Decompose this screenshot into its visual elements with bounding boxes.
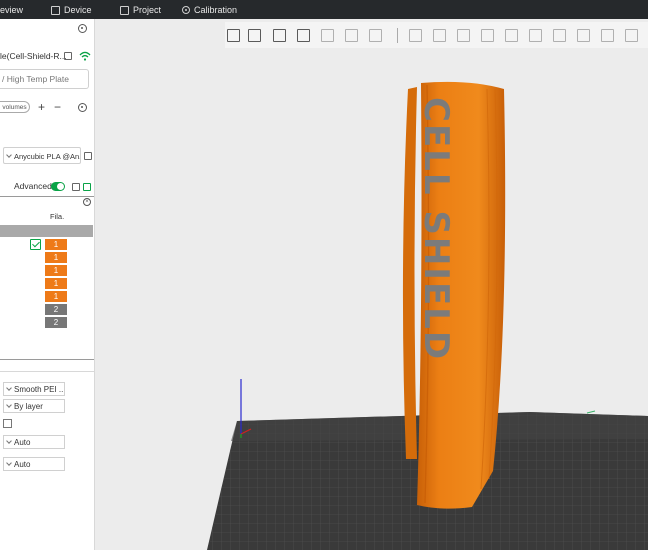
chevron-down-icon [6,402,12,408]
chevron-down-icon [6,385,12,391]
compare-icon[interactable] [72,183,80,191]
plate-surface-select[interactable]: Smooth PEI ... [3,382,65,396]
add-filament-button[interactable]: + [38,100,45,114]
tab-device[interactable]: Device [51,4,92,16]
filament-badge[interactable]: 1 [45,278,67,289]
seam-select[interactable]: Auto [3,457,65,471]
calibration-icon [182,6,190,14]
chevron-down-icon [6,152,12,158]
selected-object-row[interactable] [0,225,93,237]
settings-search-icon[interactable] [83,183,91,191]
filament-preset-select[interactable]: Anycubic PLA @An... [3,147,81,164]
filament-badge[interactable]: 2 [45,304,67,315]
filament-column-header: Fila. [50,212,65,221]
divider [0,371,94,372]
option-checkbox[interactable] [3,419,12,428]
filament-badge[interactable]: 1 [45,252,67,263]
edit-filament-icon[interactable] [84,152,92,160]
chevron-down-icon [6,460,12,466]
printer-settings-gear-icon[interactable] [78,24,87,33]
3d-viewport[interactable]: CELL SHIELD [95,19,648,550]
scene-canvas: CELL SHIELD [207,81,648,550]
filament-badge[interactable]: 1 [45,265,67,276]
remove-filament-button[interactable]: − [54,100,61,114]
device-icon [51,5,60,15]
left-sidebar: le(Cell-Shield-R... / High Temp Plate vo… [0,19,95,550]
filament-badge[interactable]: 2 [45,317,67,328]
filament-badge[interactable]: 1 [45,239,67,250]
object-visible-checkbox[interactable] [30,239,41,250]
tab-preview[interactable]: eview [0,4,23,16]
volumes-button[interactable]: volumes [0,101,30,113]
advanced-label: Advanced [14,181,52,191]
filament-settings-gear-icon[interactable] [78,103,87,112]
tab-project[interactable]: Project [120,4,161,16]
advanced-toggle[interactable] [51,182,65,191]
chevron-down-icon [6,438,12,444]
wall-generator-select[interactable]: Auto [3,435,65,449]
tab-calibration[interactable]: Calibration [182,4,237,16]
top-menu-bar: eview Device Project Calibration [0,0,648,19]
wifi-icon [79,51,91,61]
plate-type-select[interactable]: / High Temp Plate [0,69,89,89]
sequence-select[interactable]: By layer [3,399,65,413]
close-icon[interactable]: × [83,198,91,206]
filament-badge[interactable]: 1 [45,291,67,302]
model-embossed-text: CELL SHIELD [416,97,456,361]
project-icon [120,5,129,15]
edit-printer-icon[interactable] [64,52,72,60]
